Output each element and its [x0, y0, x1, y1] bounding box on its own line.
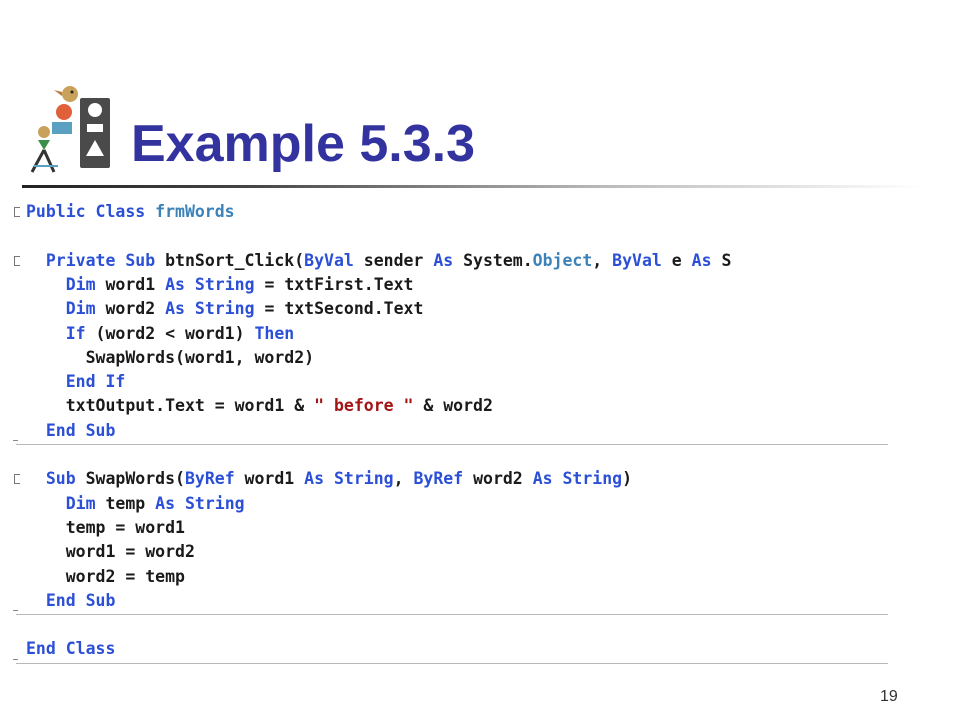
code-token: temp: [95, 493, 156, 513]
code-token: ,: [592, 250, 613, 270]
code-token: Private Sub: [26, 250, 166, 270]
code-token: As: [691, 250, 712, 270]
code-token: System.: [453, 250, 533, 270]
code-token: Public Class: [26, 202, 156, 221]
code-token: String: [194, 299, 255, 319]
code-token: S: [711, 250, 732, 270]
code-token: sender: [353, 250, 434, 270]
method-separator: [16, 662, 888, 664]
code-token: Dim: [26, 299, 96, 319]
code-line: Dim word1 As String = txtFirst.Text: [26, 273, 414, 297]
code-token: As: [165, 299, 185, 319]
code-token: End Sub: [26, 590, 116, 610]
code-token: ,: [393, 469, 414, 489]
method-separator: [16, 444, 888, 445]
code-line: SwapWords(word1, word2): [26, 346, 315, 370]
code-line: Private Sub btnSort_Click(ByVal sender A…: [26, 249, 732, 273]
slide-title: Example 5.3.3: [131, 115, 475, 173]
page-number: 19: [880, 688, 898, 705]
code-line: End If: [26, 370, 126, 394]
collapse-marker-icon[interactable]: [14, 474, 20, 485]
code-token: String: [194, 274, 255, 294]
code-token: txtOutput.Text = word1 &: [26, 396, 315, 416]
code-token: word2 = temp: [26, 566, 185, 586]
collapse-end-marker: [13, 610, 18, 612]
code-token: = txtSecond.Text: [254, 299, 424, 319]
collapse-marker-icon[interactable]: [14, 255, 20, 266]
collapse-marker-icon[interactable]: [14, 207, 20, 217]
code-token: As: [304, 469, 325, 489]
method-separator: [16, 614, 888, 616]
code-token: String: [562, 469, 623, 489]
code-line: End Sub: [26, 419, 116, 443]
code-token: End Class: [26, 639, 116, 659]
code-token: Dim: [26, 274, 96, 294]
code-line: temp = word1: [26, 516, 185, 540]
code-token: ByVal: [304, 250, 354, 270]
code-token: String: [333, 469, 394, 489]
code-token: SwapWords(: [75, 469, 185, 489]
code-line: Sub SwapWords(ByRef word1 As String, ByR…: [26, 467, 632, 491]
code-token: ): [622, 469, 633, 489]
code-token: String: [184, 493, 245, 513]
code-line: word1 = word2: [26, 540, 195, 564]
code-token: End If: [26, 372, 126, 392]
code-line: txtOutput.Text = word1 & " before " & wo…: [26, 394, 493, 418]
title-underline: [22, 185, 922, 188]
code-line: Dim temp As String: [26, 492, 245, 516]
code-line: Dim word2 As String = txtSecond.Text: [26, 297, 424, 321]
code-token: Sub: [26, 469, 76, 489]
code-line: If (word2 < word1) Then: [26, 322, 295, 346]
code-line: End Sub: [26, 589, 116, 613]
code-token: = txtFirst.Text: [254, 274, 414, 294]
code-token: e: [661, 250, 692, 270]
code-token: SwapWords(word1, word2): [26, 347, 315, 367]
code-token: word1: [234, 469, 305, 489]
code-token: ByRef: [413, 469, 464, 489]
code-token: Object: [532, 250, 593, 270]
code-token: As: [165, 274, 185, 294]
code-token: If: [26, 323, 86, 343]
code-token: (word2 < word1): [85, 323, 255, 343]
code-token: word1: [95, 274, 166, 294]
code-line: Public Class frmWords: [26, 200, 235, 224]
code-token: word2: [463, 469, 533, 489]
code-token: End Sub: [26, 420, 116, 440]
code-token: temp = word1: [26, 517, 185, 537]
code-token: As: [155, 493, 176, 513]
code-token: As: [433, 250, 454, 270]
code-line: End Class: [26, 637, 115, 661]
presenter-logo-icon: [30, 86, 110, 173]
code-token: ByVal: [612, 250, 662, 270]
code-token: frmWords: [155, 202, 235, 221]
code-token: word1 = word2: [26, 542, 195, 562]
code-token: Then: [254, 323, 295, 343]
code-token: & word2: [413, 396, 493, 416]
collapse-end-marker: [13, 440, 18, 441]
code-token: " before ": [314, 396, 414, 416]
code-token: btnSort_Click(: [165, 250, 305, 270]
code-editor-panel: Public Class frmWords Private Sub btnSor…: [0, 196, 890, 668]
code-token: Dim: [26, 493, 96, 513]
code-token: As: [532, 469, 553, 489]
code-token: word2: [95, 299, 166, 319]
code-token: ByRef: [184, 469, 235, 489]
code-line: word2 = temp: [26, 565, 185, 589]
collapse-end-marker: [13, 658, 18, 660]
